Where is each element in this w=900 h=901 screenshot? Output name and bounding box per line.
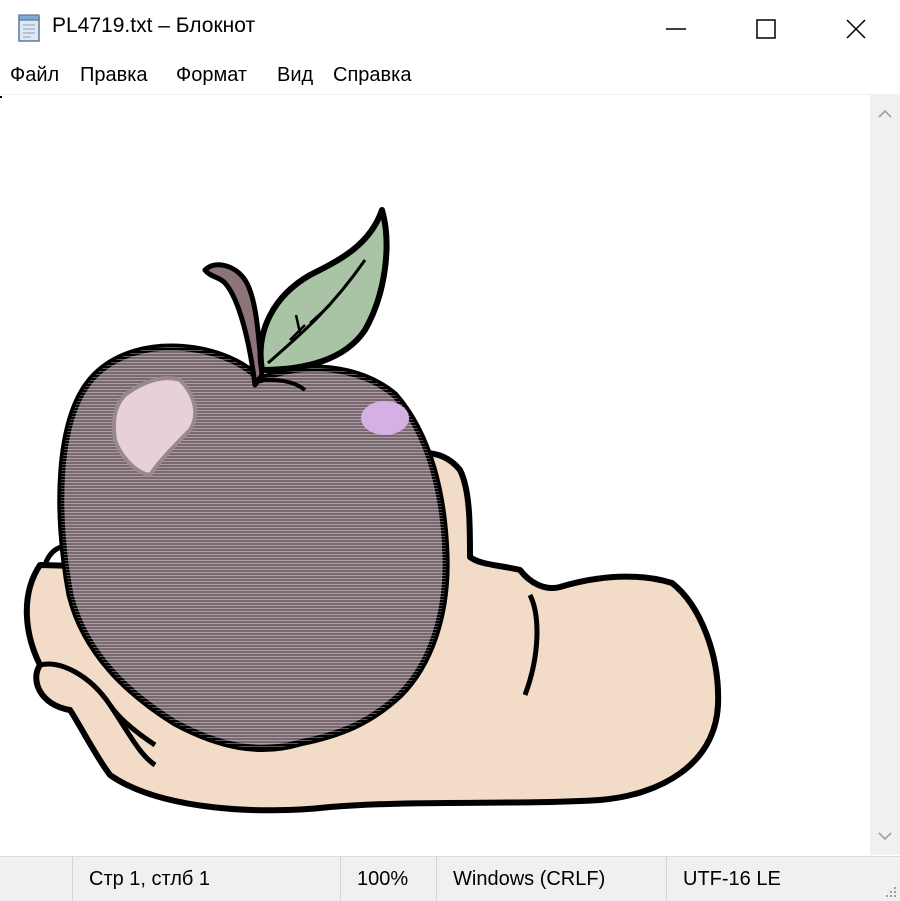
close-button[interactable] xyxy=(810,0,900,58)
close-icon xyxy=(846,19,866,39)
maximize-button[interactable] xyxy=(720,0,812,58)
menu-file[interactable]: Файл xyxy=(10,64,59,87)
scroll-up-button[interactable] xyxy=(870,99,900,129)
maximize-icon xyxy=(756,19,776,39)
minimize-icon xyxy=(666,28,686,30)
resize-grip-icon[interactable] xyxy=(882,883,898,899)
status-bar: Стр 1, стлб 1 100% Windows (CRLF) UTF-16… xyxy=(0,856,900,901)
vertical-scrollbar[interactable] xyxy=(870,95,900,855)
menu-format[interactable]: Формат xyxy=(176,64,247,87)
scroll-down-button[interactable] xyxy=(870,821,900,851)
menu-edit[interactable]: Правка xyxy=(80,64,148,87)
minimize-button[interactable] xyxy=(630,0,722,58)
chevron-up-icon xyxy=(878,109,892,118)
notepad-icon xyxy=(18,14,40,42)
window-title: PL4719.txt – Блокнот xyxy=(52,14,256,37)
status-zoom: 100% xyxy=(340,857,438,901)
status-encoding: UTF-16 LE xyxy=(666,857,900,901)
menu-bar: Файл Правка Формат Вид Справка xyxy=(0,58,900,95)
apple-in-hand-art xyxy=(23,207,722,814)
title-bar: PL4719.txt – Блокнот xyxy=(0,0,900,58)
menu-help[interactable]: Справка xyxy=(333,64,411,87)
chevron-down-icon xyxy=(878,832,892,841)
menu-view[interactable]: Вид xyxy=(277,64,313,87)
status-line-endings: Windows (CRLF) xyxy=(436,857,668,901)
status-cursor-position: Стр 1, стлб 1 xyxy=(72,857,342,901)
apple-shine-spot xyxy=(361,401,409,435)
